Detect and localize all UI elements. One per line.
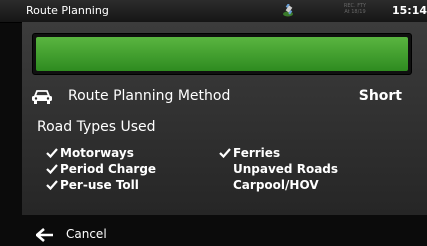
status-bar: Route Planning REC. FTY At 18/19 15:14 — [0, 0, 427, 23]
route-calculation-progress — [32, 33, 412, 75]
car-icon — [32, 90, 52, 104]
road-type-item[interactable]: Carpool/HOV — [219, 178, 319, 192]
road-type-label: Ferries — [233, 146, 281, 160]
route-planning-method-row[interactable]: Route Planning Method Short — [22, 82, 427, 112]
road-type-label: Unpaved Roads — [233, 162, 339, 176]
gps-satellite-icon — [283, 4, 293, 17]
checkmark-icon — [46, 164, 58, 174]
checkmark-icon — [46, 180, 58, 190]
road-type-item[interactable]: Per-use Toll — [46, 178, 139, 192]
progress-fill — [36, 37, 408, 71]
checkmark-icon — [46, 148, 58, 158]
road-type-item[interactable]: Unpaved Roads — [219, 162, 338, 176]
route-planning-method-label: Route Planning Method — [68, 88, 231, 104]
road-type-label: Period Charge — [60, 162, 157, 176]
status-text: REC. FTY At 18/19 — [343, 3, 367, 15]
cancel-button[interactable]: Cancel — [14, 224, 124, 246]
road-type-label: Carpool/HOV — [233, 178, 319, 192]
road-type-label: Motorways — [60, 146, 134, 160]
cancel-label: Cancel — [66, 227, 107, 241]
clock: 15:14 — [392, 4, 427, 17]
road-type-label: Per-use Toll — [60, 178, 139, 192]
road-type-item[interactable]: Motorways — [46, 146, 134, 160]
road-type-item[interactable]: Ferries — [219, 146, 280, 160]
window-title: Route Planning — [26, 4, 109, 17]
route-planning-method-value: Short — [358, 88, 402, 104]
arrow-left-icon — [36, 228, 53, 242]
checkmark-icon — [219, 148, 231, 158]
road-types-header: Road Types Used — [37, 119, 156, 135]
road-type-item[interactable]: Period Charge — [46, 162, 156, 176]
route-summary-panel: Route Planning Method Short Road Types U… — [22, 22, 427, 215]
